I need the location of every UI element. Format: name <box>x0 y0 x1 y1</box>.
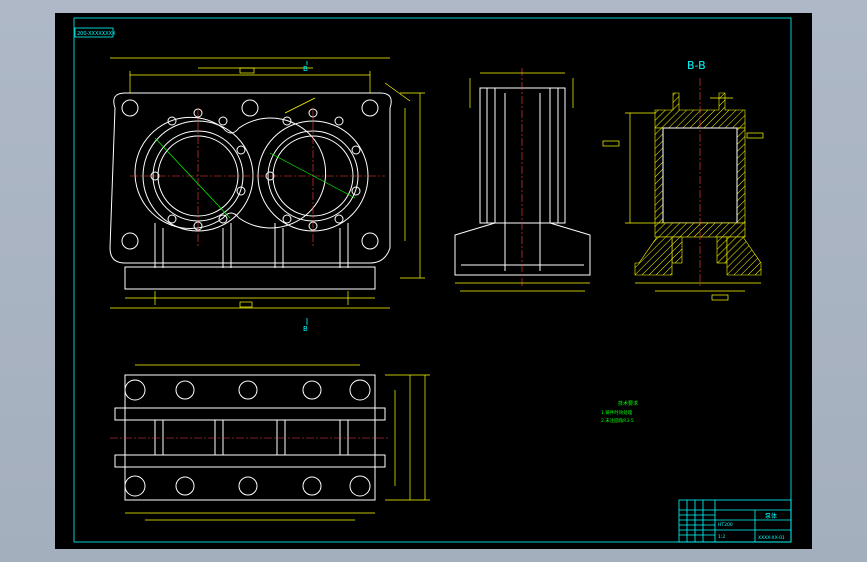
side-view <box>454 68 591 292</box>
section-view: B-B <box>602 59 764 301</box>
drawing-canvas: 200-XXXXXXXX B B B-B 技术要求 1.铸件时效处理 2.未注圆… <box>73 17 792 543</box>
note-line-2: 2.未注圆角R3-5 <box>601 417 634 424</box>
technical-notes: 技术要求 1.铸件时效处理 2.未注圆角R3-5 <box>601 400 638 424</box>
drawing-sheet: 200-XXXXXXXX B B B-B 技术要求 1.铸件时效处理 2.未注圆… <box>55 13 812 549</box>
notes-title: 技术要求 <box>618 400 638 407</box>
section-label: B-B <box>687 59 706 72</box>
front-view: B B <box>109 57 425 333</box>
cad-viewport: 200-XXXXXXXX B B B-B 技术要求 1.铸件时效处理 2.未注圆… <box>0 0 867 562</box>
section-mark-bottom: B <box>303 325 308 333</box>
top-view <box>110 364 430 521</box>
drawing-number: XXXX-XX-01 <box>758 535 785 541</box>
note-line-1: 1.铸件时效处理 <box>601 409 633 416</box>
corner-tag-text: 200-XXXXXXXX <box>77 31 116 37</box>
drawing-border <box>73 17 792 543</box>
section-mark-top: B <box>303 65 308 73</box>
scale: 1:2 <box>718 534 725 540</box>
part-name: 泵体 <box>765 512 777 520</box>
title-block: 泵体 XXXX-XX-01 HT200 1:2 <box>678 499 792 543</box>
material: HT200 <box>718 522 733 528</box>
